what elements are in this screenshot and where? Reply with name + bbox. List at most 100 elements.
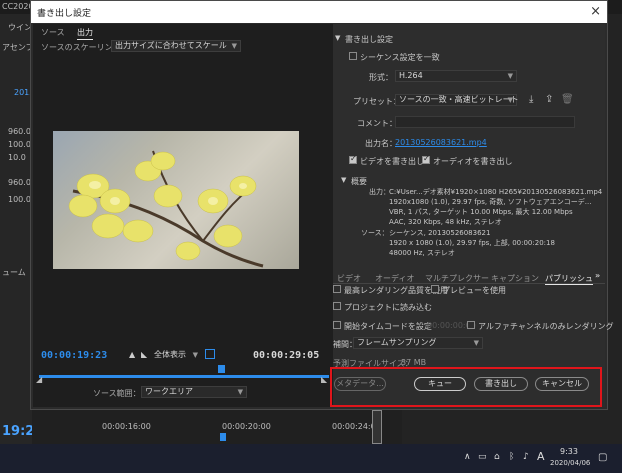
summary-output-line-3: VBR, 1 パス, ターゲット 10.00 Mbps, 最大 12.00 Mb… bbox=[389, 208, 573, 216]
use-preview-checkbox[interactable] bbox=[431, 285, 439, 293]
tab-output[interactable]: 出力 bbox=[77, 27, 93, 40]
menu-window[interactable]: ウイン bbox=[8, 22, 32, 33]
save-preset-icon[interactable]: ⤓ bbox=[529, 94, 533, 105]
alpha-only-checkbox[interactable] bbox=[467, 321, 475, 329]
preview-pane: ソース 出力 ソースのスケーリング： 出力サイズに合わせてスケール ▼ 00:0… bbox=[33, 24, 333, 407]
clock-time[interactable]: 9:33 bbox=[560, 447, 578, 456]
aspect-icon[interactable] bbox=[205, 349, 215, 359]
ruler-mark-1: 00:00:16:00 bbox=[102, 422, 151, 431]
export-audio-label: オーディオを書き出し bbox=[433, 157, 513, 166]
summary-output-line-4: AAC, 320 Kbps, 48 kHz, ステレオ bbox=[389, 218, 502, 226]
export-video-label: ビデオを書き出し bbox=[360, 157, 424, 166]
preset-label: プリセット： bbox=[353, 97, 401, 106]
summary-source-line-1: シーケンス, 20130526083621 bbox=[389, 229, 491, 237]
use-preview-label: プレビューを使用 bbox=[442, 286, 506, 295]
export-video-checkbox[interactable] bbox=[349, 154, 357, 164]
timeline-playhead[interactable] bbox=[220, 433, 226, 441]
delete-preset-icon[interactable]: 🗑 bbox=[561, 94, 574, 105]
dialog-title-bar[interactable]: 書き出し設定 × bbox=[31, 1, 607, 23]
notification-icon[interactable]: ▢ bbox=[598, 452, 607, 463]
tab-video[interactable]: ビデオ bbox=[337, 273, 361, 284]
interp-value: フレームサンプリング bbox=[357, 338, 437, 347]
summary-source-line-3: 48000 Hz, ステレオ bbox=[389, 249, 455, 257]
match-sequence-label: シーケンス設定を一致 bbox=[360, 53, 440, 62]
tab-captions[interactable]: キャプション bbox=[491, 273, 539, 284]
format-dropdown[interactable]: H.264 ▼ bbox=[395, 70, 517, 82]
timeline-scrollbar[interactable] bbox=[372, 410, 382, 444]
bluetooth-icon[interactable]: ᛒ bbox=[509, 452, 514, 462]
chevron-down-icon: ▼ bbox=[507, 72, 513, 80]
battery-icon[interactable]: ▭ bbox=[478, 452, 487, 462]
ime-indicator[interactable]: A bbox=[537, 450, 545, 463]
match-sequence-checkbox[interactable] bbox=[349, 52, 357, 60]
output-name-label: 出力名： bbox=[365, 139, 397, 148]
start-timecode-label: 開始タイムコードを設定 bbox=[344, 322, 432, 331]
close-button[interactable]: × bbox=[590, 4, 601, 19]
bg-value-2: 100.0 bbox=[8, 140, 31, 149]
max-render-checkbox[interactable] bbox=[333, 285, 341, 293]
source-range-dropdown[interactable]: ワークエリア ▼ bbox=[141, 386, 247, 398]
chevron-down-icon: ▼ bbox=[231, 42, 237, 50]
more-tabs-icon[interactable]: » bbox=[595, 271, 600, 280]
scrub-bar[interactable] bbox=[39, 375, 329, 378]
source-scaling-dropdown[interactable]: 出力サイズに合わせてスケール ▼ bbox=[111, 40, 241, 52]
output-name-link[interactable]: 20130526083621.mp4 bbox=[395, 138, 487, 147]
ruler-mark-2: 00:00:20:00 bbox=[222, 422, 271, 431]
bg-value-5: 100.0 bbox=[8, 195, 31, 204]
comment-input[interactable] bbox=[395, 116, 575, 128]
in-point-icon[interactable]: ◢ bbox=[36, 375, 42, 384]
source-scaling-value: 出力サイズに合わせてスケール bbox=[115, 41, 227, 50]
bg-value-1: 960.0 bbox=[8, 127, 31, 136]
windows-taskbar: ∧ ▭ ⌂ ᛒ ♪ A 9:33 2020/04/06 ▢ bbox=[0, 444, 622, 473]
playhead-marker[interactable] bbox=[218, 365, 225, 373]
tab-audio[interactable]: オーディオ bbox=[375, 273, 414, 284]
summary-source-line-2: 1920 x 1080 (1.0), 29.97 fps, 上部, 00:00:… bbox=[389, 239, 555, 247]
panel-volume[interactable]: ューム bbox=[2, 267, 26, 278]
preset-dropdown[interactable]: ソースの一致・高速ビットレート ▼ bbox=[395, 94, 519, 106]
export-audio-checkbox[interactable] bbox=[422, 154, 430, 164]
source-range-label: ソース範囲： bbox=[93, 389, 141, 398]
summary-output-label: 出力： bbox=[369, 188, 390, 196]
alpha-only-label: アルファチャンネルのみレンダリング bbox=[478, 322, 614, 331]
import-project-label: プロジェクトに読み込む bbox=[344, 303, 432, 312]
interp-dropdown[interactable]: フレームサンプリング ▼ bbox=[353, 337, 483, 349]
export-settings-dialog: 書き出し設定 × ソース 出力 ソースのスケーリング： 出力サイズに合わせてスケ… bbox=[30, 0, 614, 410]
chevron-down-icon: ▼ bbox=[507, 96, 513, 104]
summary-source-label: ソース： bbox=[361, 229, 389, 237]
duration-timecode: 00:00:29:05 bbox=[253, 350, 320, 361]
preset-value: ソースの一致・高速ビットレート bbox=[399, 95, 519, 104]
zoom-dropdown[interactable]: 全体表示 ▼ bbox=[151, 350, 201, 362]
volume-icon[interactable]: ♪ bbox=[523, 452, 529, 462]
start-timecode-checkbox[interactable] bbox=[333, 321, 341, 329]
step-back-icon[interactable]: ▲ bbox=[129, 350, 135, 359]
format-value: H.264 bbox=[399, 71, 423, 80]
tab-source[interactable]: ソース bbox=[41, 27, 65, 38]
current-timecode[interactable]: 00:00:19:23 bbox=[41, 350, 107, 361]
expand-icon[interactable]: ▼ bbox=[335, 34, 340, 42]
settings-tabs: ビデオ オーディオ マルチプレクサー キャプション パブリッシュ » bbox=[333, 271, 605, 285]
timeline-ruler[interactable]: 00:00:16:00 00:00:20:00 00:00:24:00 bbox=[32, 410, 402, 444]
chevron-down-icon: ▼ bbox=[237, 388, 243, 396]
app-title: CC2020 bbox=[2, 2, 34, 11]
tab-publish[interactable]: パブリッシュ bbox=[545, 273, 593, 285]
clock-date[interactable]: 2020/04/06 bbox=[550, 459, 590, 467]
highlight-box bbox=[330, 367, 602, 407]
network-icon[interactable]: ⌂ bbox=[494, 452, 500, 462]
export-settings-title: 書き出し設定 bbox=[345, 35, 393, 44]
zoom-value: 全体表示 bbox=[154, 350, 186, 359]
import-preset-icon[interactable]: ⇪ bbox=[545, 94, 553, 105]
bg-value-3: 10.0 bbox=[8, 153, 26, 162]
frame-icon[interactable]: ◣ bbox=[141, 350, 147, 359]
comment-label: コメント： bbox=[357, 119, 397, 128]
bg-value-4: 960.0 bbox=[8, 178, 31, 187]
chevron-down-icon: ▼ bbox=[473, 339, 479, 347]
tab-multiplexer[interactable]: マルチプレクサー bbox=[425, 273, 489, 284]
panel-assembly[interactable]: アセンブ bbox=[2, 42, 34, 53]
import-project-checkbox[interactable] bbox=[333, 302, 341, 310]
chevron-down-icon: ▼ bbox=[192, 351, 198, 359]
out-point-icon[interactable]: ◣ bbox=[321, 375, 327, 384]
summary-expand-icon[interactable]: ▼ bbox=[341, 176, 346, 184]
summary-output-line-1: C:¥User...デオ素材¥1920×1080 H265¥2013052608… bbox=[389, 188, 603, 196]
chevron-up-icon[interactable]: ∧ bbox=[464, 452, 471, 462]
dialog-title: 書き出し設定 bbox=[37, 9, 92, 19]
